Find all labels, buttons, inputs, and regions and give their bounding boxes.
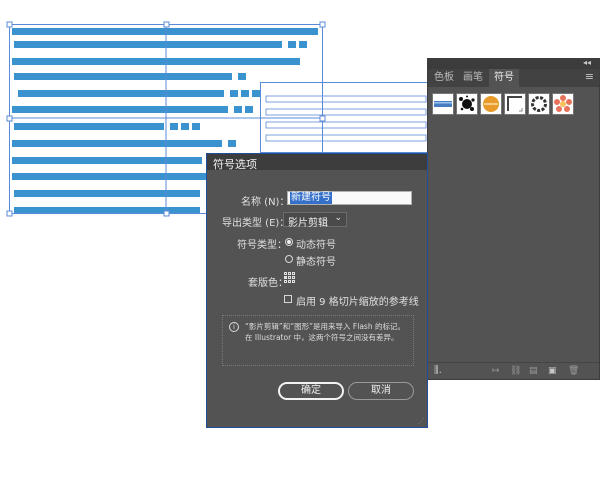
blue-bar-square [245,106,253,113]
symbol-libraries-icon[interactable]: ⫼. [434,365,442,376]
export-type-select[interactable]: 影片剪辑 ⌄ [283,212,347,229]
selection-handle [6,210,13,217]
symbols-panel: ◂◂ 色板 画笔 符号 ≡ ⫼. ↦ ⛓ ▤ ▣ 🗑 [427,58,600,380]
blue-bar [12,140,222,147]
nine-slice-label[interactable]: 启用 9 格切片缩放的参考线 [296,293,419,308]
tab-brushes[interactable]: 画笔 [459,69,487,87]
selection-handle [319,21,326,28]
resize-grip-icon[interactable]: ⋰ [418,417,425,425]
cancel-button[interactable]: 取消 [348,382,414,400]
tab-swatches[interactable]: 色板 [431,69,457,87]
blue-bar [14,190,200,197]
blue-bar-square [241,90,249,97]
blue-bar [14,207,200,214]
blue-bar [14,123,164,130]
info-icon: i [229,322,239,332]
orange-button-symbol-icon [483,96,499,112]
dialog-title: 符号选项 [213,158,257,171]
radio-dynamic-symbol[interactable] [285,238,293,246]
hamburger-menu-icon[interactable]: ≡ [585,70,594,83]
registration-point-grid-icon[interactable] [284,272,295,283]
flower-symbol[interactable] [552,93,574,115]
registration-label: 套版色： [248,278,288,289]
break-link-icon[interactable]: ⛓ [510,366,521,376]
radio-static-symbol[interactable] [285,255,293,263]
selection-handle [6,115,13,122]
selection-handle [6,21,13,28]
symbol-type-label: 符号类型： [237,240,287,251]
panel-tabs: 色板 画笔 符号 ≡ [428,69,599,87]
blue-bar-square [181,123,189,130]
outline-bar [265,121,427,129]
blue-bar-square [252,90,260,97]
ok-button[interactable]: 确定 [278,382,344,400]
panel-footer: ⫼. ↦ ⛓ ▤ ▣ 🗑 [428,362,599,379]
export-type-value: 影片剪辑 [288,218,328,229]
info-text: “影片剪辑”和“图形”是用来导入 Flash 的标记。在 Illustrator… [245,322,405,342]
info-box: i “影片剪辑”和“图形”是用来导入 Flash 的标记。在 Illustrat… [222,315,414,366]
blue-banner-symbol-icon [434,101,452,107]
tab-symbols[interactable]: 符号 [489,69,519,87]
name-input-value: 新建符号 [290,192,332,204]
flower-symbol-icon [554,95,572,112]
ring-symbol-icon [531,96,547,112]
new-symbol-icon[interactable]: ▣ [548,366,557,376]
blue-bar [12,173,212,180]
export-type-label: 导出类型 (E)： [222,218,290,229]
blue-bar [18,90,224,97]
radio-static-label[interactable]: 静态符号 [296,253,336,268]
blue-banner-symbol[interactable] [432,93,454,115]
chevron-down-icon: ⌄ [334,213,342,223]
outline-bar [265,134,427,142]
frame-corner-symbol-icon [507,96,523,112]
blue-bar-square [238,73,246,80]
ink-splatter-symbol-icon [459,95,475,111]
blue-bar [12,106,228,113]
place-symbol-icon[interactable]: ↦ [492,366,500,376]
blue-bar [14,41,282,48]
blue-bar-square [288,41,296,48]
ring-symbol[interactable] [528,93,550,115]
delete-icon[interactable]: 🗑 [568,366,579,376]
outline-bar [265,95,427,103]
ink-splatter-symbol[interactable] [456,93,478,115]
double-chevron-icon[interactable]: ◂◂ [583,58,591,67]
blue-bar [12,157,202,164]
panel-topbar[interactable]: ◂◂ [428,58,599,69]
blue-bar-square [299,41,307,48]
selection-handle [163,210,170,217]
orange-button-symbol[interactable] [480,93,502,115]
name-label: 名称 (N)： [241,197,290,208]
dialog-titlebar[interactable]: 符号选项 [207,154,427,171]
blue-bar-square [230,90,238,97]
blue-bar-square [228,140,236,147]
frame-corner-symbol[interactable] [504,93,526,115]
blue-bar-square [192,123,200,130]
selection-handle [163,21,170,28]
name-input[interactable]: 新建符号 [287,191,412,205]
blue-bar [12,58,300,65]
symbol-options-icon[interactable]: ▤ [529,366,538,376]
blue-bar-square [234,106,242,113]
nine-slice-checkbox[interactable] [284,295,292,303]
symbol-options-dialog: 符号选项 名称 (N)： 新建符号 导出类型 (E)： 影片剪辑 ⌄ 符号类型：… [206,153,428,428]
outline-bar [265,108,427,116]
blue-bar-square [170,123,178,130]
radio-dynamic-label[interactable]: 动态符号 [296,236,336,251]
blue-bar [12,28,318,35]
blue-bar [14,73,232,80]
selection-handle [319,115,326,122]
